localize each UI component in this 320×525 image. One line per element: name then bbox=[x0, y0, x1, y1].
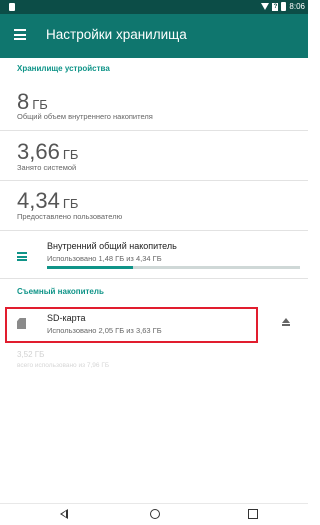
app-bar: Настройки хранилища bbox=[0, 14, 308, 58]
total-storage-number: 8 bbox=[17, 89, 30, 114]
sim-icon bbox=[9, 3, 15, 11]
highlight-box bbox=[5, 307, 258, 343]
system-storage-label: Занято системой bbox=[17, 163, 77, 172]
user-storage-number: 4,34 bbox=[17, 188, 60, 213]
section-header-removable: Съемный накопитель bbox=[17, 287, 104, 296]
home-icon[interactable] bbox=[150, 509, 160, 519]
faded-used-label: всего использовано из 7,96 ГБ bbox=[17, 362, 110, 369]
no-data-icon: ? bbox=[272, 2, 279, 11]
system-storage-unit: ГБ bbox=[62, 147, 79, 162]
user-storage-value: 4,34 ГБ bbox=[17, 188, 78, 214]
status-icons: ? 8:06 bbox=[261, 2, 305, 11]
faded-used-value: 3,52 ГБ bbox=[17, 350, 45, 359]
storage-list-icon bbox=[17, 252, 27, 262]
eject-icon[interactable] bbox=[282, 318, 290, 326]
battery-icon bbox=[281, 2, 287, 11]
divider bbox=[0, 180, 308, 181]
clock: 8:06 bbox=[289, 2, 305, 11]
status-bar: ? 8:06 bbox=[0, 0, 308, 14]
total-storage-label: Общий объем внутреннего накопителя bbox=[17, 112, 153, 121]
page-title: Настройки хранилища bbox=[46, 27, 187, 42]
system-storage-value: 3,66 ГБ bbox=[17, 139, 78, 165]
navigation-bar bbox=[0, 503, 308, 525]
internal-storage-progress bbox=[47, 266, 300, 269]
system-storage-number: 3,66 bbox=[17, 139, 60, 164]
total-storage-unit: ГБ bbox=[32, 97, 48, 112]
recent-apps-icon[interactable] bbox=[248, 509, 258, 519]
divider bbox=[0, 130, 308, 131]
user-storage-label: Предоставлено пользователю bbox=[17, 212, 123, 221]
divider bbox=[0, 230, 308, 231]
divider bbox=[0, 278, 308, 279]
back-icon[interactable] bbox=[60, 509, 68, 519]
internal-storage-subtitle: Использовано 1,48 ГБ из 4,34 ГБ bbox=[47, 254, 162, 263]
menu-icon[interactable] bbox=[14, 29, 26, 40]
section-header-device: Хранилище устройства bbox=[17, 64, 110, 73]
wifi-icon bbox=[261, 3, 270, 10]
internal-storage-progress-fill bbox=[47, 266, 134, 269]
internal-storage-title: Внутренний общий накопитель bbox=[47, 241, 177, 251]
user-storage-unit: ГБ bbox=[62, 196, 79, 211]
